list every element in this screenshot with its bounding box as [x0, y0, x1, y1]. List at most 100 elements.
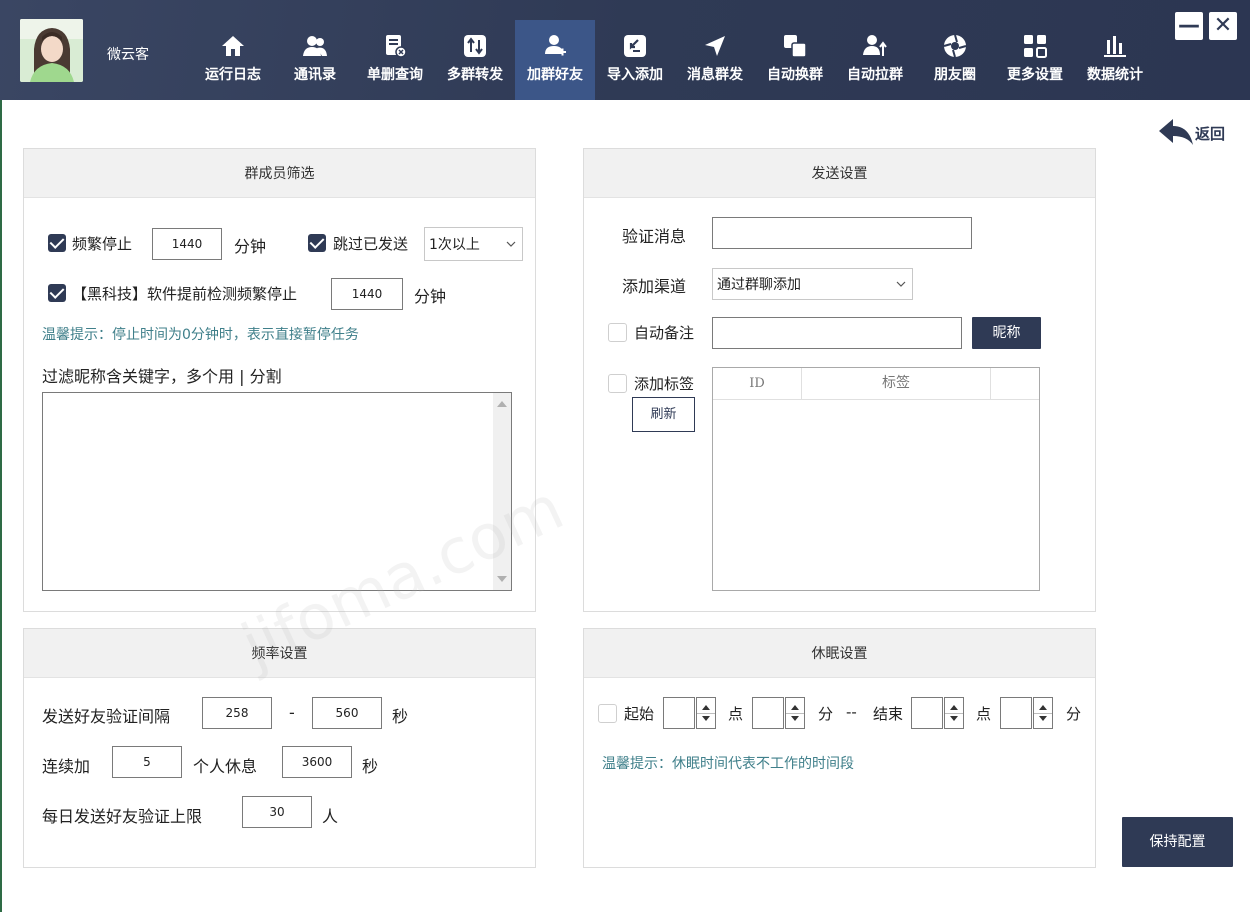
rest-seconds-input[interactable] — [282, 746, 352, 778]
close-button[interactable]: ✕ — [1209, 12, 1237, 40]
sleep-settings-title: 休眠设置 — [584, 629, 1095, 678]
interval-dash: - — [289, 703, 295, 722]
scrollbar[interactable] — [493, 393, 511, 590]
sleep-end-hour-input[interactable] — [911, 697, 943, 729]
tag-table: ID 标签 — [712, 367, 1040, 591]
skip-sent-select[interactable]: 1次以上 — [424, 227, 523, 261]
nav-item-label: 运行日志 — [205, 67, 261, 83]
auto-remark-label: 自动备注 — [634, 324, 695, 342]
forward-icon — [464, 35, 486, 57]
nav-item-home[interactable]: 运行日志 — [193, 20, 273, 100]
import-icon — [624, 35, 646, 57]
refresh-button[interactable]: 刷新 — [632, 397, 695, 432]
back-button[interactable]: 返回 — [1157, 117, 1225, 149]
minute-unit: 分 — [1066, 705, 1082, 723]
contacts-icon — [303, 36, 327, 56]
back-label: 返回 — [1195, 124, 1226, 143]
channel-label: 添加渠道 — [622, 277, 687, 296]
sleep-end-minute-input[interactable] — [1000, 697, 1032, 729]
nav-item-forward[interactable]: 多群转发 — [435, 20, 515, 100]
sleep-end-hour-stepper[interactable] — [944, 697, 964, 729]
freq-stop-minutes-input[interactable] — [152, 228, 222, 260]
nickname-button[interactable]: 昵称 — [972, 317, 1041, 349]
nav-item-add-friend[interactable]: 加群好友 — [515, 20, 595, 100]
nav-item-contacts[interactable]: 通讯录 — [275, 20, 355, 100]
sleep-settings-panel: 休眠设置 — [583, 628, 1096, 868]
tech-detect-minutes-input[interactable] — [331, 278, 403, 310]
seconds-unit: 秒 — [392, 707, 409, 726]
sleep-start-minute-stepper[interactable] — [785, 697, 805, 729]
scroll-up-icon[interactable] — [497, 401, 507, 407]
hour-unit: 点 — [728, 705, 744, 723]
verify-message-input[interactable] — [712, 217, 972, 249]
window-left-border — [0, 100, 2, 912]
nav-item-label: 数据统计 — [1087, 67, 1143, 83]
grid-icon — [1024, 35, 1047, 58]
nav-item-label: 单删查询 — [367, 67, 423, 83]
save-config-button[interactable]: 保持配置 — [1122, 817, 1233, 867]
bar-chart-icon — [1104, 36, 1126, 57]
person-unit: 人 — [322, 807, 339, 826]
username: 微云客 — [107, 47, 149, 63]
scroll-down-icon[interactable] — [497, 576, 507, 582]
member-filter-title: 群成员筛选 — [24, 149, 535, 198]
nav-item-grid[interactable]: 更多设置 — [995, 20, 1075, 100]
nav-item-delete-check[interactable]: 单删查询 — [355, 20, 435, 100]
skip-sent-select-value: 1次以上 — [429, 237, 480, 253]
delete-check-icon — [386, 35, 407, 58]
sleep-start-label: 起始 — [624, 705, 655, 723]
rest-label: 个人休息 — [193, 757, 258, 776]
hour-unit: 点 — [976, 705, 992, 723]
chevron-down-icon — [506, 241, 516, 247]
minutes-unit: 分钟 — [414, 287, 447, 306]
freq-stop-label: 频繁停止 — [72, 235, 133, 253]
home-icon — [222, 36, 244, 56]
interval-max-input[interactable] — [312, 697, 382, 729]
sleep-start-minute-input[interactable] — [752, 697, 784, 729]
nav-item-label: 自动换群 — [767, 67, 823, 83]
tag-table-header-tag[interactable]: 标签 — [802, 368, 991, 399]
add-tag-checkbox[interactable] — [608, 374, 627, 393]
nav-item-send[interactable]: 消息群发 — [675, 20, 755, 100]
tag-table-header-id[interactable]: ID — [713, 368, 802, 399]
daily-limit-input[interactable] — [242, 796, 312, 828]
auto-remark-input[interactable] — [712, 317, 962, 349]
tech-detect-label: 【黑科技】软件提前检测频繁停止 — [72, 285, 298, 303]
nav-item-label: 朋友圈 — [934, 67, 976, 83]
nav-item-label: 导入添加 — [607, 67, 663, 83]
sleep-tip: 温馨提示：休眠时间代表不工作的时间段 — [602, 756, 854, 772]
interval-min-input[interactable] — [202, 697, 272, 729]
filter-tip: 温馨提示：停止时间为0分钟时，表示直接暂停任务 — [42, 327, 359, 343]
rate-settings-panel: 频率设置 — [23, 628, 536, 868]
sleep-end-minute-stepper[interactable] — [1033, 697, 1053, 729]
minute-unit: 分 — [818, 705, 834, 723]
channel-select[interactable]: 通过群聊添加 — [712, 268, 913, 300]
nav-item-moments[interactable]: 朋友圈 — [915, 20, 995, 100]
moments-icon — [943, 34, 967, 58]
nav-item-pull-group[interactable]: 自动拉群 — [835, 20, 915, 100]
add-friend-icon — [545, 35, 566, 56]
pull-group-icon — [863, 35, 887, 56]
skip-sent-checkbox[interactable] — [308, 234, 326, 252]
sleep-enable-checkbox[interactable] — [598, 704, 617, 723]
daily-limit-label: 每日发送好友验证上限 — [42, 807, 203, 826]
keyword-textarea[interactable] — [42, 392, 512, 591]
seconds-unit: 秒 — [362, 757, 379, 776]
send-settings-title: 发送设置 — [584, 149, 1095, 198]
auto-remark-checkbox[interactable] — [608, 323, 627, 342]
sleep-start-hour-stepper[interactable] — [696, 697, 716, 729]
tag-table-header: ID 标签 — [713, 368, 1039, 400]
continuous-count-input[interactable] — [112, 746, 182, 778]
avatar[interactable] — [20, 19, 83, 82]
time-separator: -- — [846, 703, 857, 721]
tech-detect-checkbox[interactable] — [48, 284, 66, 302]
freq-stop-checkbox[interactable] — [48, 234, 66, 252]
skip-sent-label: 跳过已发送 — [333, 235, 409, 253]
sleep-start-hour-input[interactable] — [663, 697, 695, 729]
nav-item-bar-chart[interactable]: 数据统计 — [1075, 20, 1155, 100]
minutes-unit: 分钟 — [234, 237, 267, 256]
nav-item-label: 消息群发 — [687, 67, 743, 83]
nav-item-import[interactable]: 导入添加 — [595, 20, 675, 100]
nav-item-switch-group[interactable]: 自动换群 — [755, 20, 835, 100]
minimize-button[interactable]: — — [1175, 12, 1203, 40]
